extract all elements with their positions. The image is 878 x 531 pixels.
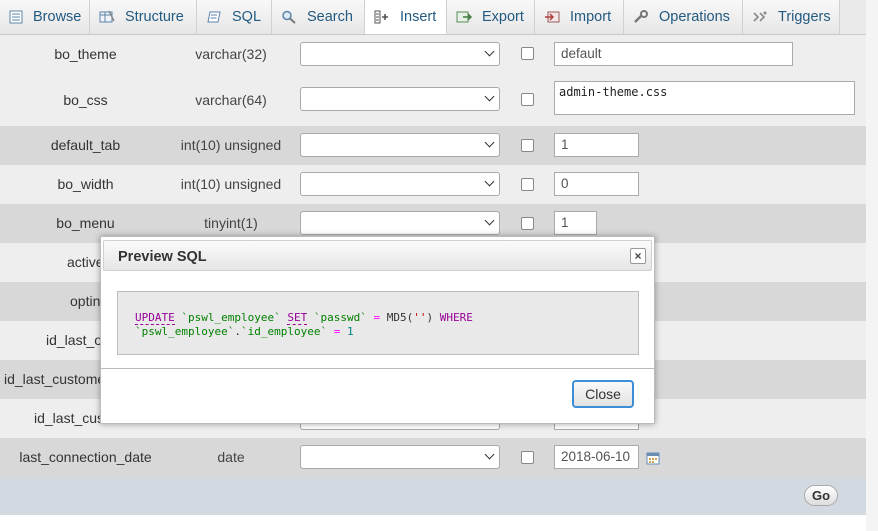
tab-label: SQL <box>232 9 262 25</box>
null-checkbox[interactable] <box>521 451 534 464</box>
sql-keyword: WHERE <box>439 311 473 324</box>
table-row: default_tab int(10) unsigned 1 <box>0 126 866 165</box>
sql-table: `pswl_employee` <box>181 311 281 324</box>
sql-string: '' <box>413 311 427 324</box>
tab-export[interactable]: Export <box>447 0 535 34</box>
wrench-icon <box>633 10 649 24</box>
table-row: bo_width int(10) unsigned 0 <box>0 165 866 204</box>
value-input[interactable]: 1 <box>554 133 639 157</box>
tab-insert[interactable]: Insert <box>365 0 447 34</box>
tab-label: Browse <box>33 9 82 25</box>
function-select[interactable] <box>300 211 500 235</box>
table-row: bo_css varchar(64) admin-theme.css <box>0 73 866 126</box>
sql-code: UPDATE `pswl_employee` SET `passwd` = MD… <box>135 311 473 339</box>
sql-icon <box>206 10 222 24</box>
sql-operator: = <box>333 325 341 338</box>
chevron-down-icon <box>484 449 495 460</box>
tab-label: Export <box>482 9 524 25</box>
column-name: default_tab <box>50 137 121 153</box>
search-icon <box>281 10 297 24</box>
sql-function: MD5 <box>386 311 407 324</box>
function-select[interactable] <box>300 133 500 157</box>
tab-label: Search <box>307 9 353 25</box>
tab-label: Structure <box>125 9 184 25</box>
chevron-down-icon <box>484 215 495 226</box>
column-name: bo_width <box>57 176 114 192</box>
calendar-icon[interactable] <box>646 451 660 465</box>
value-input[interactable]: 0 <box>554 172 639 196</box>
value-input[interactable]: default <box>554 42 793 66</box>
null-checkbox[interactable] <box>521 178 534 191</box>
tab-search[interactable]: Search <box>272 0 365 34</box>
value-textarea[interactable]: admin-theme.css <box>554 81 855 115</box>
triggers-icon <box>752 10 768 24</box>
null-checkbox[interactable] <box>521 93 534 106</box>
sql-dot: . <box>234 325 241 338</box>
column-name: bo_menu <box>56 215 115 231</box>
null-checkbox[interactable] <box>521 139 534 152</box>
sql-paren: ) <box>426 311 434 324</box>
dialog-title: Preview SQL <box>118 249 207 265</box>
browse-icon <box>9 10 23 24</box>
value-input[interactable]: 1 <box>554 211 597 235</box>
value-input[interactable]: 2018-06-10 <box>554 445 639 469</box>
sql-column: `passwd` <box>313 311 367 324</box>
column-type: tinyint(1) <box>204 215 258 231</box>
tab-import[interactable]: Import <box>535 0 624 34</box>
tab-label: Insert <box>400 8 437 25</box>
chevron-down-icon <box>484 137 495 148</box>
structure-icon <box>99 10 115 24</box>
tab-label: Operations <box>659 9 730 25</box>
chevron-down-icon <box>484 176 495 187</box>
tab-structure[interactable]: Structure <box>90 0 197 34</box>
column-type: int(10) unsigned <box>180 137 282 153</box>
table-row: bo_theme varchar(32) default <box>0 35 866 73</box>
dialog-titlebar[interactable]: Preview SQL × <box>103 240 652 271</box>
column-type: varchar(32) <box>195 46 267 62</box>
sql-table: `pswl_employee` <box>135 325 235 338</box>
dialog-divider <box>101 368 654 369</box>
sql-keyword: UPDATE <box>135 311 175 325</box>
tab-bar: Browse Structure SQL Search Insert Expor… <box>0 0 866 35</box>
column-name: bo_css <box>63 92 108 108</box>
tab-label: Triggers <box>778 9 831 25</box>
sql-preview-box: UPDATE `pswl_employee` SET `passwd` = MD… <box>117 291 639 355</box>
sql-keyword: SET <box>287 311 308 325</box>
function-select[interactable] <box>300 42 500 66</box>
column-type: int(10) unsigned <box>180 176 282 192</box>
scrollbar[interactable] <box>866 0 878 531</box>
preview-sql-dialog: Preview SQL × UPDATE `pswl_employee` SET… <box>100 236 655 424</box>
sql-number: 1 <box>346 325 354 338</box>
chevron-down-icon <box>484 46 495 57</box>
column-name: last_connection_date <box>19 449 152 465</box>
tab-browse[interactable]: Browse <box>0 0 90 34</box>
close-button[interactable]: Close <box>572 380 634 408</box>
chevron-down-icon <box>484 91 495 102</box>
go-button[interactable]: Go <box>804 485 838 506</box>
function-select[interactable] <box>300 445 500 469</box>
close-icon[interactable]: × <box>630 248 646 264</box>
form-footer <box>0 477 866 515</box>
tab-sql[interactable]: SQL <box>197 0 272 34</box>
column-type: date <box>217 449 245 465</box>
export-icon <box>456 10 472 24</box>
column-name: bo_theme <box>54 46 117 62</box>
insert-icon <box>374 10 390 24</box>
tab-operations[interactable]: Operations <box>624 0 743 34</box>
column-type: varchar(64) <box>195 92 267 108</box>
table-row: last_connection_date date 2018-06-10 <box>0 438 866 477</box>
tab-label: Import <box>570 9 612 25</box>
function-select[interactable] <box>300 87 500 111</box>
sql-operator: = <box>373 311 381 324</box>
tab-triggers[interactable]: Triggers <box>743 0 840 34</box>
import-icon <box>544 10 560 24</box>
function-select[interactable] <box>300 172 500 196</box>
null-checkbox[interactable] <box>521 217 534 230</box>
null-checkbox[interactable] <box>521 47 534 60</box>
sql-column: `id_employee` <box>240 325 328 338</box>
